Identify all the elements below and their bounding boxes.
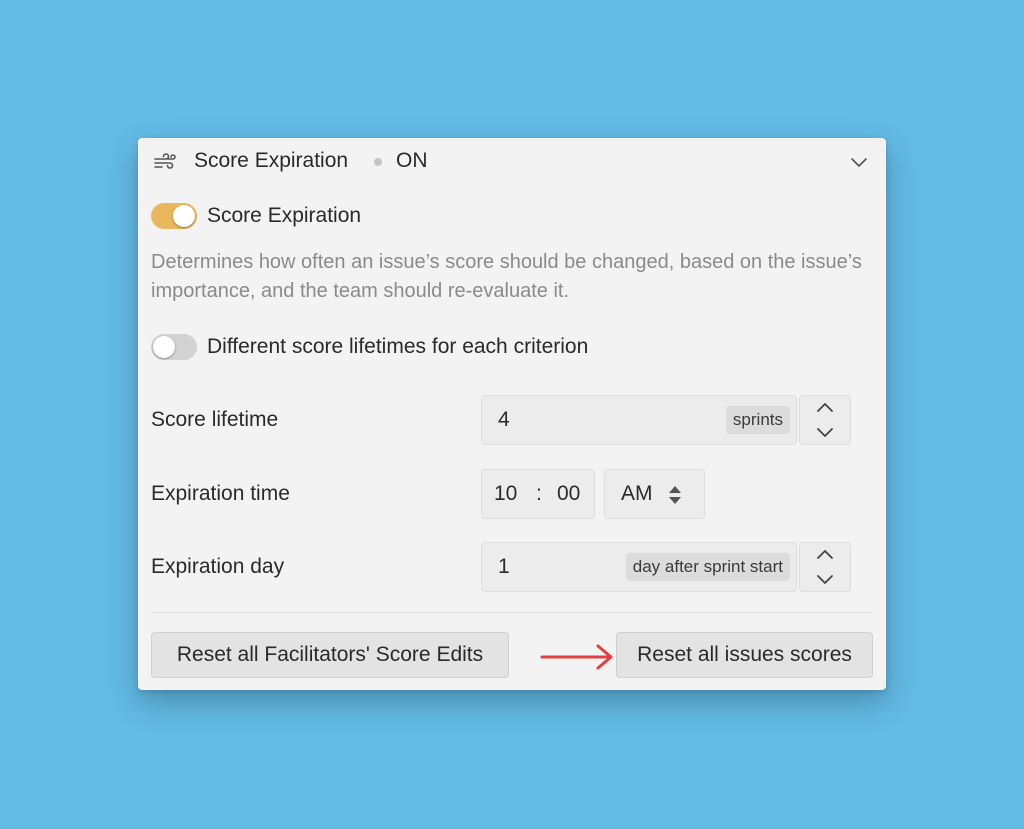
- score-lifetime-input[interactable]: 4 sprints: [481, 395, 797, 445]
- status-separator-dot: [374, 158, 382, 166]
- up-down-arrows-icon: [669, 486, 681, 504]
- chevron-down-icon[interactable]: [848, 153, 870, 171]
- expiration-day-value: 1: [498, 555, 510, 578]
- increment-button[interactable]: [800, 543, 850, 567]
- score-lifetime-value: 4: [498, 408, 510, 431]
- score-expiration-toggle[interactable]: [151, 203, 197, 229]
- score-lifetime-unit: sprints: [725, 406, 790, 434]
- score-lifetime-stepper[interactable]: [799, 395, 851, 445]
- score-expiration-panel: Score Expiration ON Score Expiration Det…: [138, 138, 886, 690]
- chevron-down-icon: [817, 575, 833, 584]
- expiration-day-stepper[interactable]: [799, 542, 851, 592]
- toggle-knob: [173, 205, 195, 227]
- expiration-time-label: Expiration time: [151, 482, 290, 505]
- panel-title: Score Expiration: [194, 149, 349, 172]
- chevron-up-icon: [817, 550, 833, 559]
- decrement-button[interactable]: [800, 567, 850, 591]
- toggle-knob: [153, 336, 175, 358]
- wind-icon: [154, 153, 176, 169]
- expiration-day-label: Expiration day: [151, 555, 285, 578]
- red-arrow-icon: [540, 644, 613, 670]
- reset-issue-scores-button[interactable]: Reset all issues scores: [616, 632, 873, 678]
- am-pm-select[interactable]: AM: [604, 469, 705, 519]
- criterion-lifetime-toggle[interactable]: [151, 334, 197, 360]
- time-separator: :: [536, 482, 542, 505]
- description-text: Determines how often an issue’s score sh…: [151, 251, 862, 302]
- chevron-up-icon: [817, 403, 833, 412]
- reset-facilitator-edits-button[interactable]: Reset all Facilitators' Score Edits: [151, 632, 509, 678]
- chevron-down-icon: [817, 428, 833, 437]
- increment-button[interactable]: [800, 396, 850, 420]
- expiration-day-unit: day after sprint start: [625, 553, 790, 581]
- expiration-time-input[interactable]: 10 : 00: [481, 469, 595, 519]
- panel-header[interactable]: Score Expiration ON: [138, 138, 886, 186]
- hour-value[interactable]: 10: [494, 482, 517, 506]
- section-divider: [151, 612, 873, 613]
- expiration-day-input[interactable]: 1 day after sprint start: [481, 542, 797, 592]
- score-expiration-label: Score Expiration: [207, 204, 362, 227]
- decrement-button[interactable]: [800, 420, 850, 444]
- criterion-lifetime-label: Different score lifetimes for each crite…: [207, 335, 589, 358]
- status-badge: ON: [396, 149, 428, 172]
- minute-value[interactable]: 00: [557, 482, 580, 506]
- score-lifetime-label: Score lifetime: [151, 408, 279, 431]
- am-pm-value: AM: [621, 482, 653, 505]
